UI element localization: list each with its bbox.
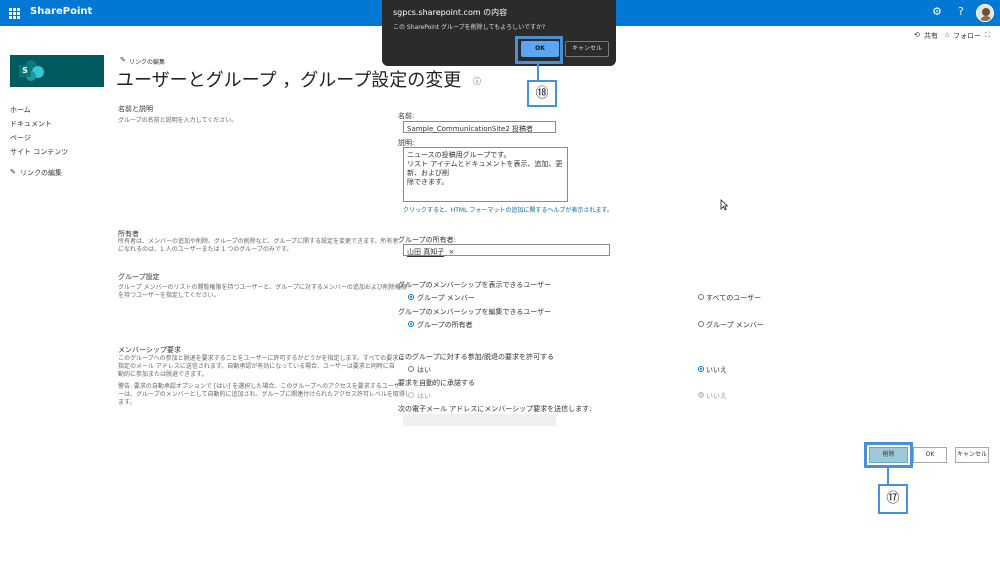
site-logo-letter: S xyxy=(19,65,31,77)
radio-label: グループ メンバー xyxy=(706,321,764,329)
owner-picker-input[interactable]: 山田 真知子 × xyxy=(403,244,610,257)
radio-view-group-members[interactable] xyxy=(408,294,414,300)
section-help-membership: このグループへの参加と脱退を要求することをユーザーに許可するかどうかを指定します… xyxy=(118,355,405,378)
radio-label: はい xyxy=(417,392,431,400)
radio-auto-no xyxy=(698,392,704,398)
nav-item-documents[interactable]: ドキュメント xyxy=(10,119,52,129)
follow-icon[interactable]: ☆ xyxy=(944,31,950,39)
delete-highlight xyxy=(864,442,913,468)
radio-label: いいえ xyxy=(706,392,727,400)
radio-label: はい xyxy=(417,366,431,374)
section-heading-group-settings: グループ設定 xyxy=(118,273,160,281)
callout-connector xyxy=(887,468,889,484)
waffle-icon[interactable] xyxy=(9,8,20,19)
radio-label: いいえ xyxy=(706,366,727,374)
section-help-name: グループの名前と説明を入力してください。 xyxy=(118,117,238,124)
name-label: 名前: xyxy=(398,112,415,120)
view-membership-label: グループのメンバーシップを表示できるユーザー xyxy=(398,281,552,289)
radio-allow-yes[interactable] xyxy=(408,366,414,372)
radio-edit-group-members[interactable] xyxy=(698,321,704,327)
help-icon[interactable]: ? xyxy=(958,5,964,18)
edit-icon: ✎ xyxy=(120,56,126,64)
confirm-dialog: sgpcs.sharepoint.com の内容 この SharePoint グ… xyxy=(382,0,616,66)
radio-label: グループの所有者 xyxy=(417,321,473,329)
remove-icon[interactable]: × xyxy=(448,248,454,256)
share-icon[interactable]: ⟲ xyxy=(914,31,920,39)
auto-accept-label: 要求を自動的に承諾する xyxy=(398,379,475,387)
page-title: ユーザーとグループ ，グループ設定の変更 ⓘ xyxy=(116,70,481,91)
dialog-message: この SharePoint グループを削除してもよろしいですか? xyxy=(393,24,546,31)
share-button[interactable]: 共有 xyxy=(924,31,938,41)
section-help-owner: 所有者は、メンバーの追加や削除、グループの削除など、グループに関する設定を変更で… xyxy=(118,238,399,253)
radio-label: すべてのユーザー xyxy=(706,294,762,302)
cancel-button[interactable]: キャンセル xyxy=(955,447,989,463)
edit-membership-label: グループのメンバーシップを編集できるユーザー xyxy=(398,308,552,316)
group-name-input[interactable]: Sample_CommunicationSite2 投稿者 xyxy=(403,121,556,133)
callout-17: ⑰ xyxy=(878,484,908,514)
radio-edit-group-owner[interactable] xyxy=(408,321,414,327)
follow-button[interactable]: フォロー xyxy=(953,31,981,41)
radio-auto-yes xyxy=(408,392,414,398)
callout-connector xyxy=(537,64,539,80)
section-heading-name: 名前と説明 xyxy=(118,105,153,113)
dialog-cancel-button[interactable]: キャンセル xyxy=(565,41,609,57)
radio-label: グループ メンバー xyxy=(417,294,475,302)
nav-item-home[interactable]: ホーム xyxy=(10,105,31,115)
allow-requests-label: このグループに対する参加/脱退の要求を許可する xyxy=(398,353,554,361)
avatar[interactable] xyxy=(976,4,994,22)
html-help-link[interactable]: クリックすると、HTML フォーマットの追加に関するヘルプが表示されます。 xyxy=(403,205,613,214)
nav-edit-links[interactable]: リンクの編集 xyxy=(20,168,62,178)
radio-allow-no[interactable] xyxy=(698,366,704,372)
email-label: 次の電子メール アドレスにメンバーシップ要求を送信します: xyxy=(398,405,592,413)
section-help-group-settings: グループ メンバーのリストの閲覧権限を持つユーザーと、グループに対するメンバーの… xyxy=(118,284,407,299)
edit-links-top[interactable]: リンクの編集 xyxy=(129,57,165,66)
nav-item-site-contents[interactable]: サイト コンテンツ xyxy=(10,147,68,157)
nav-item-pages[interactable]: ページ xyxy=(10,133,31,143)
settings-icon[interactable]: ⚙ xyxy=(932,5,942,18)
site-logo[interactable]: S xyxy=(10,55,104,87)
owner-value: 山田 真知子 xyxy=(407,248,445,257)
description-textarea[interactable]: ニュースの投稿用グループです。 リスト アイテムとドキュメントを表示、追加、更新… xyxy=(403,147,568,202)
membership-warning: 警告: 要求の自動承認オプションで [はい] を選択した場合、このグループへのア… xyxy=(118,383,411,406)
mouse-cursor-icon xyxy=(720,199,728,211)
email-input xyxy=(403,414,556,426)
edit-icon: ✎ xyxy=(10,168,16,176)
dialog-ok-highlight xyxy=(515,36,563,64)
ok-button[interactable]: OK xyxy=(913,447,947,463)
callout-18: ⑱ xyxy=(527,80,557,107)
info-icon[interactable]: ⓘ xyxy=(473,77,481,86)
expand-icon[interactable]: ⛶ xyxy=(985,31,990,40)
radio-view-everyone[interactable] xyxy=(698,294,704,300)
section-heading-membership: メンバーシップ要求 xyxy=(118,346,181,354)
dialog-title: sgpcs.sharepoint.com の内容 xyxy=(393,8,508,17)
app-name[interactable]: SharePoint xyxy=(30,6,92,17)
